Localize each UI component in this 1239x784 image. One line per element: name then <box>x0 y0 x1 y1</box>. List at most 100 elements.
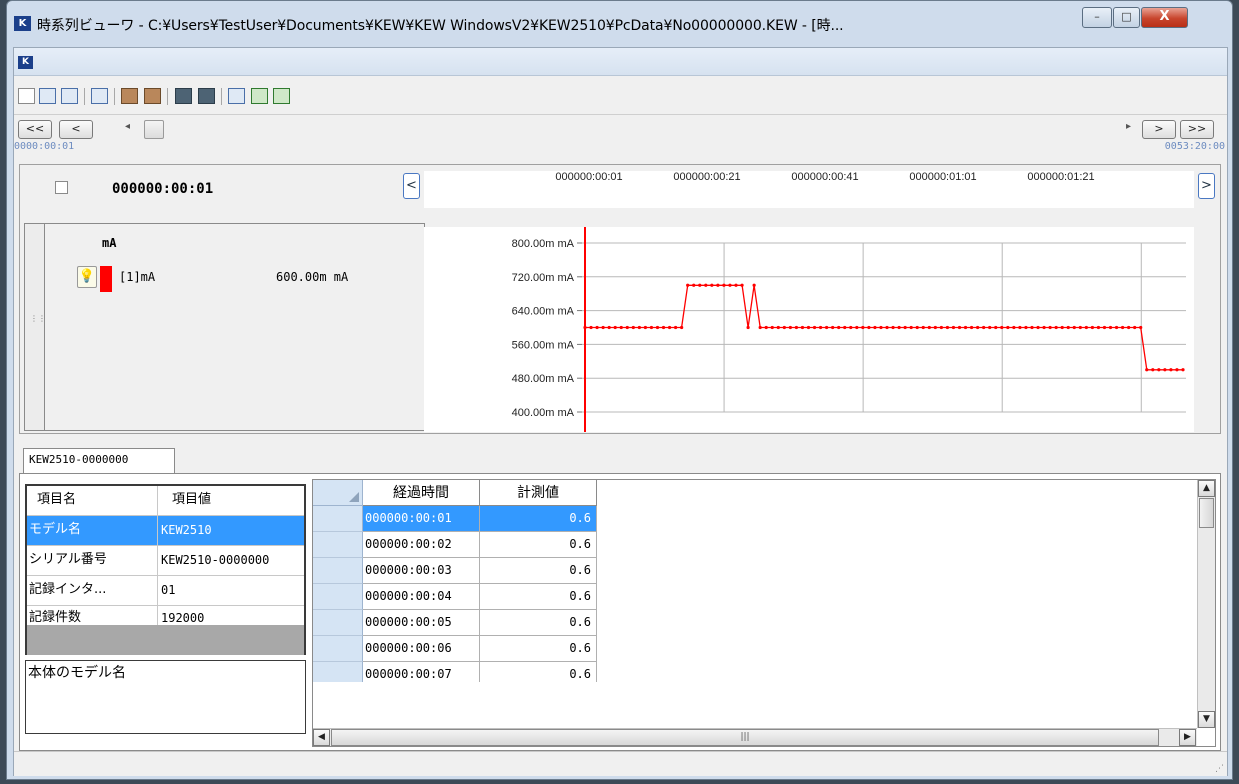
table-row[interactable]: 000000:00:06 0.6 <box>313 636 597 662</box>
minimize-button[interactable]: – <box>1082 7 1112 28</box>
data-point <box>1163 368 1167 372</box>
export-csv-icon[interactable] <box>273 88 290 104</box>
row-header[interactable] <box>313 662 363 682</box>
next-button[interactable]: > <box>1142 120 1176 139</box>
tab-device[interactable]: KEW2510-0000000 <box>23 448 175 474</box>
row-header[interactable] <box>313 558 363 584</box>
graph-view-icon[interactable] <box>39 88 56 104</box>
clipboard-paste-icon[interactable] <box>144 88 161 104</box>
data-point <box>873 325 877 330</box>
vertical-scroll-thumb[interactable] <box>1199 498 1214 528</box>
cell-value[interactable]: 0.6 <box>480 532 597 558</box>
cell-value[interactable]: 0.6 <box>480 558 597 584</box>
fit-view-icon[interactable] <box>91 88 108 104</box>
app-logo-icon: K <box>14 16 31 31</box>
table-row[interactable]: 000000:00:01 0.6 <box>313 506 597 532</box>
data-point <box>976 325 980 330</box>
close-button[interactable]: X <box>1141 7 1188 28</box>
row-header[interactable] <box>313 584 363 610</box>
cell-value[interactable]: 0.6 <box>480 584 597 610</box>
cell-time[interactable]: 000000:00:01 <box>363 506 480 532</box>
data-point <box>963 325 968 330</box>
window-title: 時系列ビューワ - C:¥Users¥TestUser¥Documents¥KE… <box>37 18 844 34</box>
cell-value[interactable]: 0.6 <box>480 506 597 532</box>
scroll-right-arrow-icon[interactable]: ▸ <box>1126 121 1131 132</box>
cell-time[interactable]: 000000:00:04 <box>363 584 480 610</box>
data-point <box>951 325 956 330</box>
cell-time[interactable]: 000000:00:06 <box>363 636 480 662</box>
clipboard-copy-icon[interactable] <box>121 88 138 104</box>
property-row[interactable]: シリアル番号 KEW2510-0000000 <box>27 546 304 576</box>
data-point <box>655 325 660 330</box>
scroll-right-icon[interactable]: ▶ <box>1179 729 1196 746</box>
scroll-left-arrow-icon[interactable]: ◂ <box>125 121 130 132</box>
graph-scroll-right-button[interactable]: > <box>1198 173 1215 199</box>
cell-time[interactable]: 000000:00:07 <box>363 662 480 682</box>
data-point <box>631 325 635 330</box>
data-point <box>915 325 919 330</box>
horizontal-scroll-thumb[interactable]: ||| <box>331 729 1159 746</box>
table-row[interactable]: 000000:00:05 0.6 <box>313 610 597 636</box>
table-view-icon[interactable] <box>61 88 78 104</box>
graph-scroll-left-button[interactable]: < <box>403 173 420 199</box>
data-point <box>649 325 654 330</box>
data-point <box>1066 325 1070 330</box>
channel-color-swatch <box>100 266 112 292</box>
grid-corner[interactable] <box>313 480 363 506</box>
row-header[interactable] <box>313 610 363 636</box>
horizontal-scrollbar[interactable]: ◀ ||| ▶ <box>313 728 1197 746</box>
data-point <box>643 325 648 330</box>
chart-area[interactable]: 800.00m mA 720.00m mA 640.00m mA 560.00m mA… <box>424 207 1194 432</box>
y-tick-label: 400.00m mA <box>512 407 575 419</box>
cursor-checkbox[interactable] <box>55 181 68 194</box>
vertical-scrollbar[interactable]: ▲ ▼ <box>1197 480 1215 728</box>
print-preview-icon[interactable] <box>198 88 215 104</box>
lightbulb-icon[interactable]: 💡 <box>77 266 97 288</box>
channel-label: [1]mA <box>119 270 156 284</box>
data-point <box>1018 325 1022 330</box>
mdi-app-icon[interactable]: K <box>18 56 33 69</box>
prop-header-name: 項目名 <box>27 486 158 515</box>
data-point <box>1054 325 1058 330</box>
data-point <box>897 325 901 330</box>
title-bar[interactable]: K 時系列ビューワ - C:¥Users¥TestUser¥Documents¥… <box>7 1 1232 47</box>
cell-time[interactable]: 000000:00:03 <box>363 558 480 584</box>
row-header[interactable] <box>313 506 363 532</box>
table-row[interactable]: 000000:00:02 0.6 <box>313 532 597 558</box>
maximize-button[interactable]: □ <box>1113 7 1140 28</box>
table-row[interactable]: 000000:00:04 0.6 <box>313 584 597 610</box>
data-point <box>740 283 744 287</box>
cell-value[interactable]: 0.6 <box>480 636 597 662</box>
cell-time[interactable]: 000000:00:05 <box>363 610 480 636</box>
cell-time[interactable]: 000000:00:02 <box>363 532 480 558</box>
graph-panel: 000000:00:01 < 000000:00:01 000000:00:21… <box>19 164 1221 434</box>
cell-value[interactable]: 0.6 <box>480 610 597 636</box>
property-row[interactable]: モデル名 KEW2510 <box>27 516 304 546</box>
print-icon[interactable] <box>175 88 192 104</box>
prev-button[interactable]: < <box>59 120 93 139</box>
grid-header-time[interactable]: 経過時間 <box>363 480 480 506</box>
row-header[interactable] <box>313 636 363 662</box>
data-point <box>1036 325 1040 330</box>
layout-icon[interactable] <box>228 88 245 104</box>
scroll-up-icon[interactable]: ▲ <box>1198 480 1215 497</box>
scroll-left-icon[interactable]: ◀ <box>313 729 330 746</box>
export-excel-icon[interactable] <box>251 88 268 104</box>
single-graph-icon[interactable] <box>18 88 35 104</box>
data-point <box>837 325 841 330</box>
scroll-down-icon[interactable]: ▼ <box>1198 711 1215 728</box>
property-description: 本体のモデル名 <box>25 660 306 734</box>
legend-resize-grip[interactable]: ⋮⋮ <box>24 223 46 431</box>
cell-value[interactable]: 0.6 <box>480 662 597 682</box>
table-row[interactable]: 000000:00:07 0.6 <box>313 662 597 682</box>
property-name: シリアル番号 <box>27 546 158 575</box>
row-header[interactable] <box>313 532 363 558</box>
table-row[interactable]: 000000:00:03 0.6 <box>313 558 597 584</box>
time-scroll-thumb[interactable] <box>144 120 164 139</box>
property-row[interactable]: 記録インタ... 01 <box>27 576 304 606</box>
first-button[interactable]: << <box>18 120 52 139</box>
last-button[interactable]: >> <box>1180 120 1214 139</box>
grid-header-value[interactable]: 計測値 <box>480 480 597 506</box>
resize-grip-icon[interactable]: ⋰ <box>1215 764 1224 774</box>
data-point <box>613 325 617 330</box>
